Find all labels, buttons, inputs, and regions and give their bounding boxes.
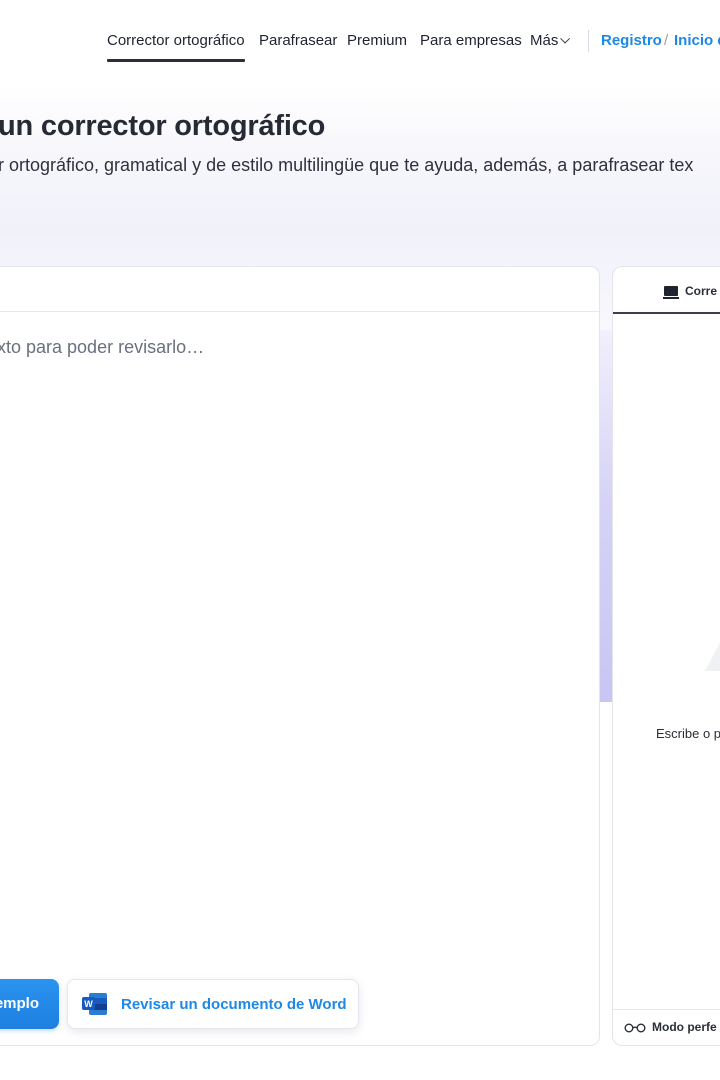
glasses-icon	[624, 1023, 646, 1033]
word-icon: W	[82, 993, 107, 1015]
empty-state-illustration	[705, 637, 720, 671]
nav-item-empresas[interactable]: Para empresas	[420, 31, 522, 51]
tab-correction-label: Corre	[685, 284, 718, 298]
panel-footer-divider	[613, 1009, 720, 1010]
nav-item-corrector[interactable]: Corrector ortográfico	[107, 31, 245, 62]
page-subtitle: r ortográfico, gramatical y de estilo mu…	[0, 155, 694, 175]
nav-separator: /	[664, 32, 669, 49]
empty-state-hint: Escribe o p	[656, 726, 720, 741]
editor-toolbar	[0, 267, 599, 312]
top-navigation: Corrector ortográfico Parafrasear Premiu…	[0, 0, 720, 80]
monitor-icon	[663, 286, 679, 299]
register-link[interactable]: Registro	[601, 31, 662, 51]
nav-item-mas[interactable]: Más	[530, 31, 571, 51]
text-editor-card: xto para poder revisarlo…	[0, 266, 600, 1046]
check-word-document-label: Revisar un documento de Word	[121, 996, 347, 1013]
nav-item-premium[interactable]: Premium	[347, 31, 407, 51]
example-button[interactable]: emplo	[0, 979, 59, 1029]
nav-item-parafrasear[interactable]: Parafrasear	[259, 31, 337, 51]
check-word-document-button[interactable]: W Revisar un documento de Word	[67, 979, 359, 1029]
nav-divider	[588, 30, 589, 52]
tab-correction[interactable]: Corre	[613, 267, 720, 314]
page-title: un corrector ortográfico	[0, 110, 326, 142]
results-panel: Corre Escribe o p Modo perfe	[612, 266, 720, 1046]
decorative-strip	[600, 330, 612, 702]
perfect-mode-toggle[interactable]: Modo perfe	[652, 1020, 717, 1034]
nav-item-mas-label: Más	[530, 32, 559, 49]
chevron-down-icon	[560, 33, 571, 44]
word-icon-letter: W	[84, 999, 93, 1009]
editor-text-area[interactable]: xto para poder revisarlo…	[0, 337, 204, 358]
login-link[interactable]: Inicio d	[674, 31, 720, 51]
